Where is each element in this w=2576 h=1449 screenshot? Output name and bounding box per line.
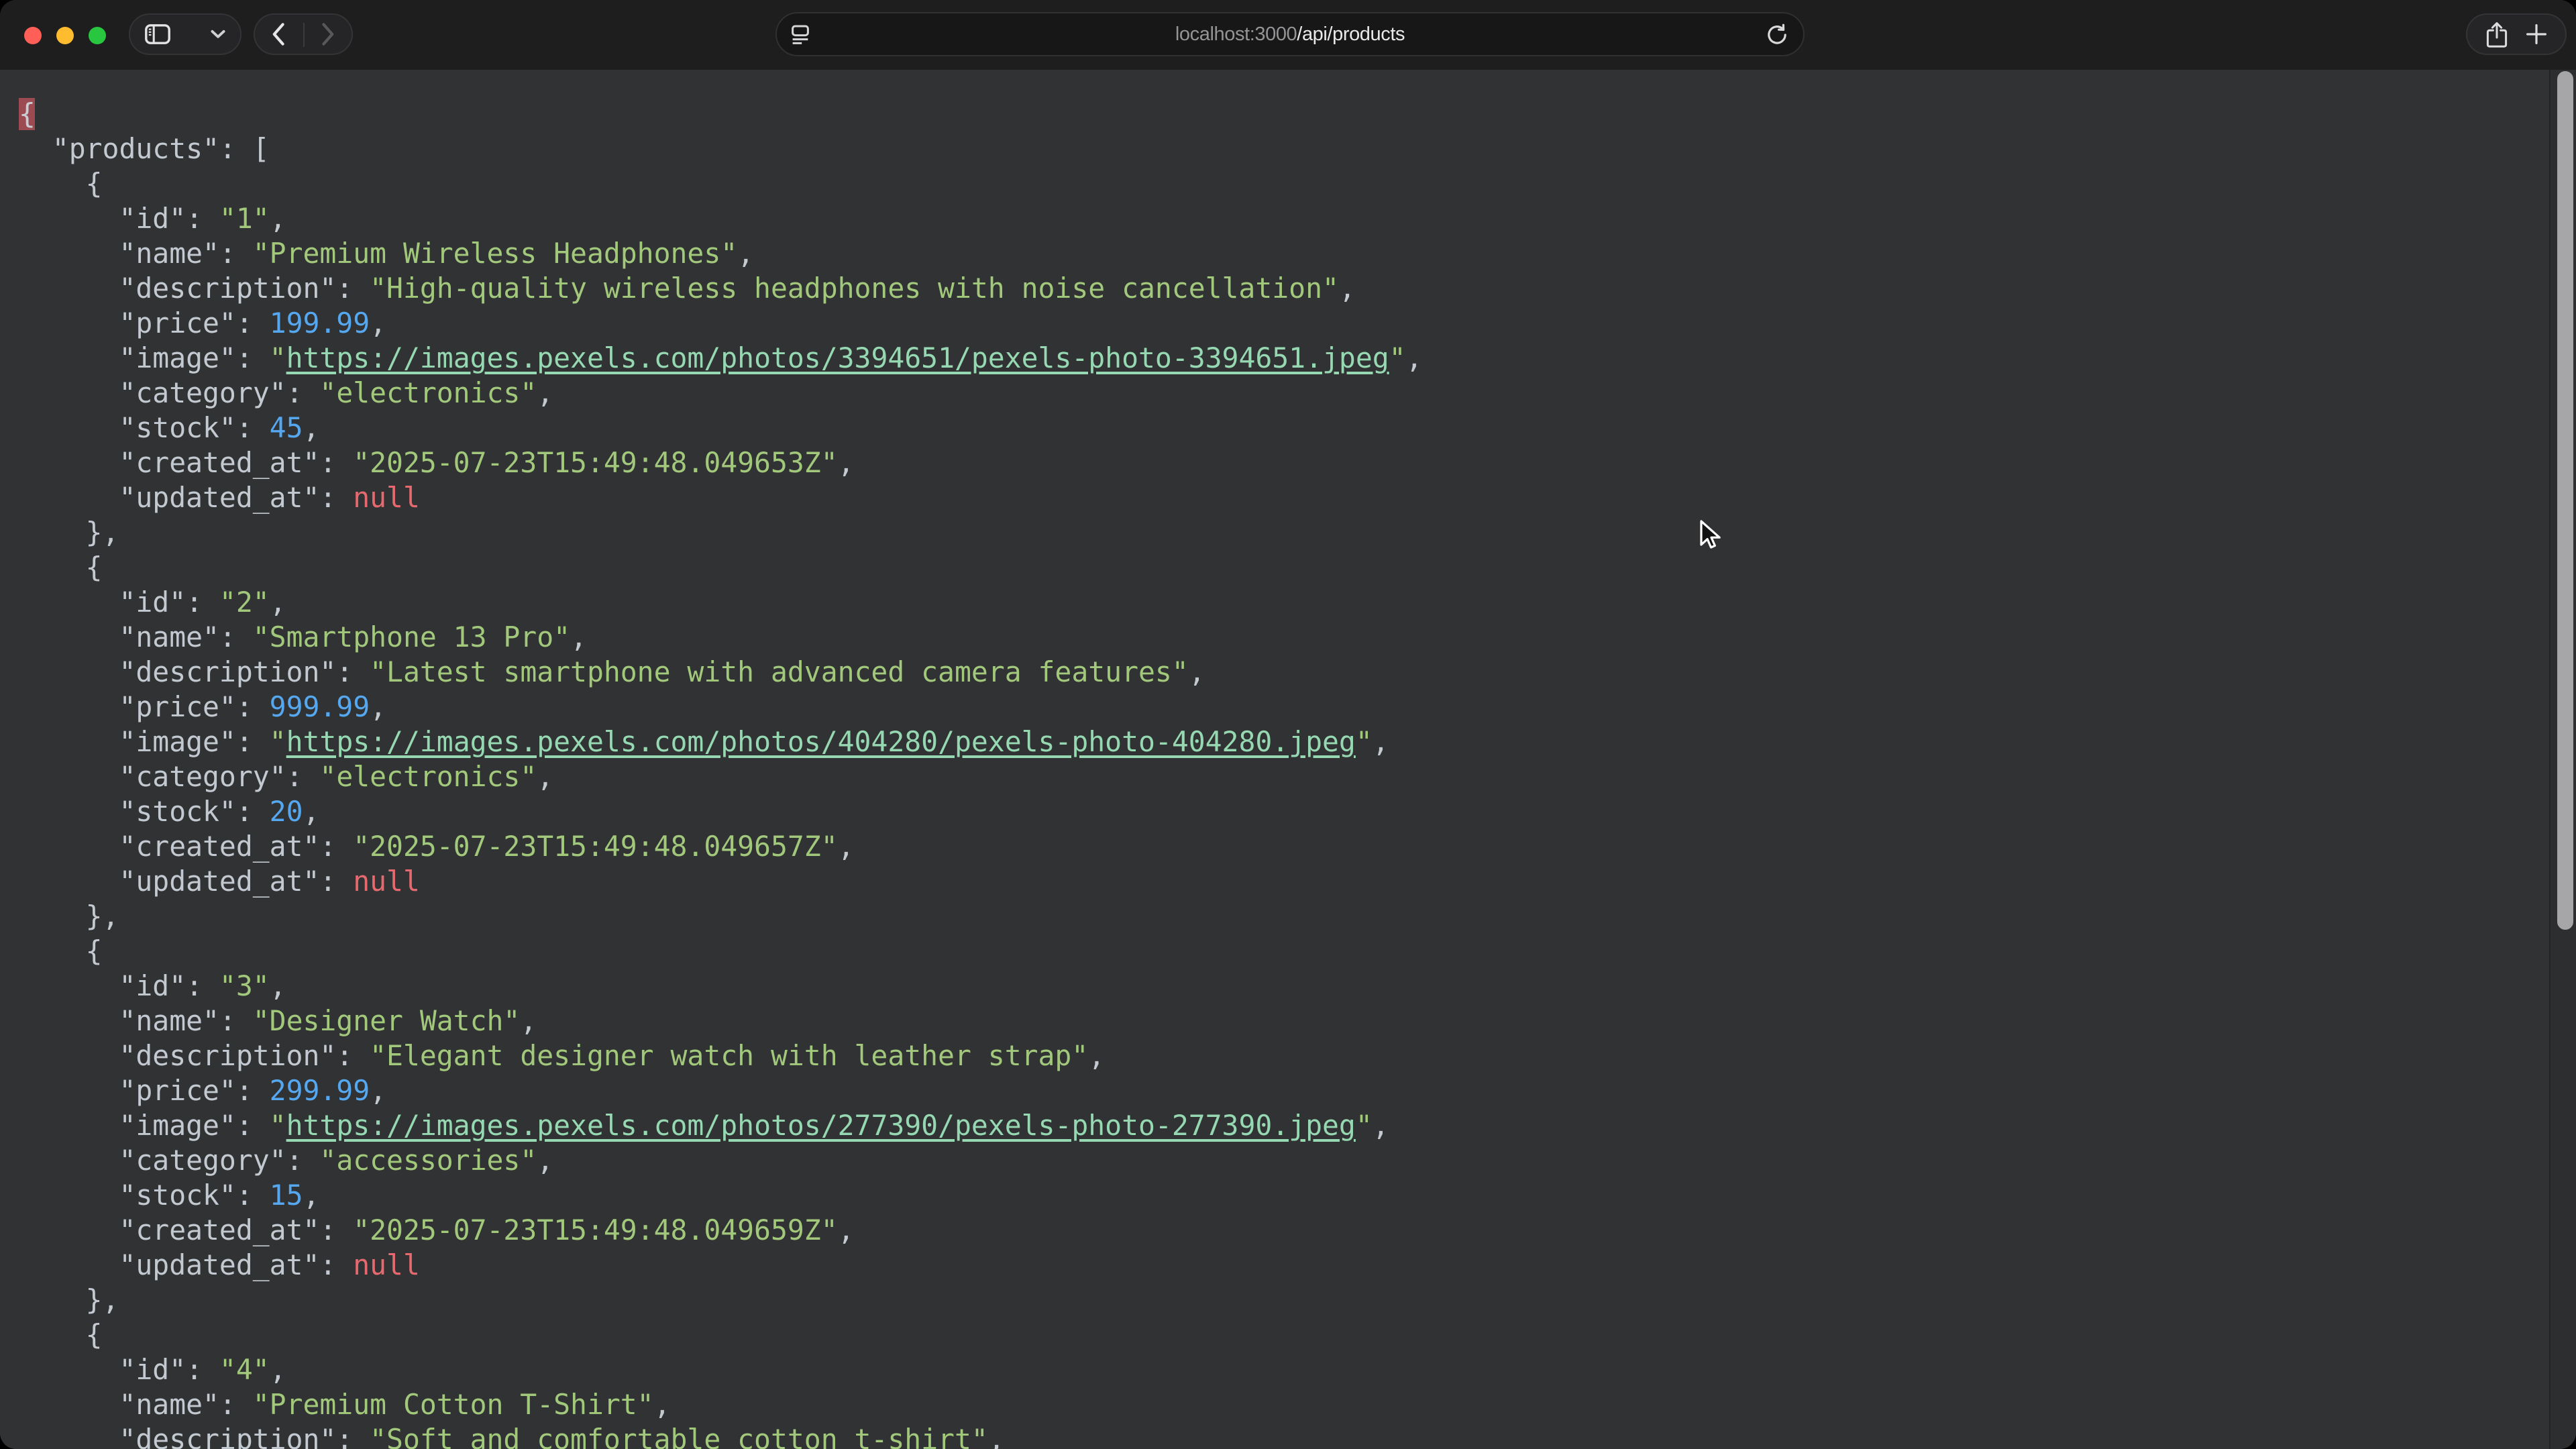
url-path: /api/products (1297, 23, 1405, 45)
toggle-sidebar-button[interactable] (145, 24, 170, 44)
scrollbar-thumb[interactable] (2557, 71, 2573, 930)
plus-icon (2526, 24, 2546, 44)
sidebar-icon (145, 24, 170, 44)
address-bar[interactable]: localhost:3000/api/products (775, 12, 1805, 56)
sidebar-button-group (129, 13, 241, 55)
zoom-window-button[interactable] (88, 26, 105, 44)
safari-window: localhost:3000/api/products (0, 0, 2576, 1449)
navigation-button-group (254, 13, 353, 55)
url-host: localhost:3000 (1175, 23, 1297, 45)
url-text: localhost:3000/api/products (777, 23, 1803, 45)
chevron-down-icon (211, 30, 225, 39)
browser-toolbar: localhost:3000/api/products (0, 0, 2576, 70)
share-icon (2486, 21, 2508, 48)
chevron-right-icon (322, 23, 334, 46)
reload-button[interactable] (1766, 23, 1788, 46)
close-window-button[interactable] (23, 26, 41, 44)
forward-button[interactable] (322, 23, 334, 46)
json-viewer: { "products": [ { "id": "1", "name": "Pr… (0, 70, 2576, 1449)
sidebar-menu-button[interactable] (211, 30, 225, 39)
chevron-left-icon (273, 23, 285, 46)
minimize-window-button[interactable] (56, 26, 73, 44)
toolbar-actions-group (2466, 13, 2567, 55)
share-button[interactable] (2486, 21, 2508, 48)
back-button[interactable] (273, 23, 285, 46)
new-tab-button[interactable] (2526, 24, 2546, 44)
json-response-body: { "products": [ { "id": "1", "name": "Pr… (0, 70, 2576, 1449)
nav-divider (303, 22, 304, 46)
screen: localhost:3000/api/products (0, 0, 2576, 1449)
reload-icon (1766, 23, 1788, 46)
scrollbar-track[interactable] (2549, 70, 2576, 1449)
